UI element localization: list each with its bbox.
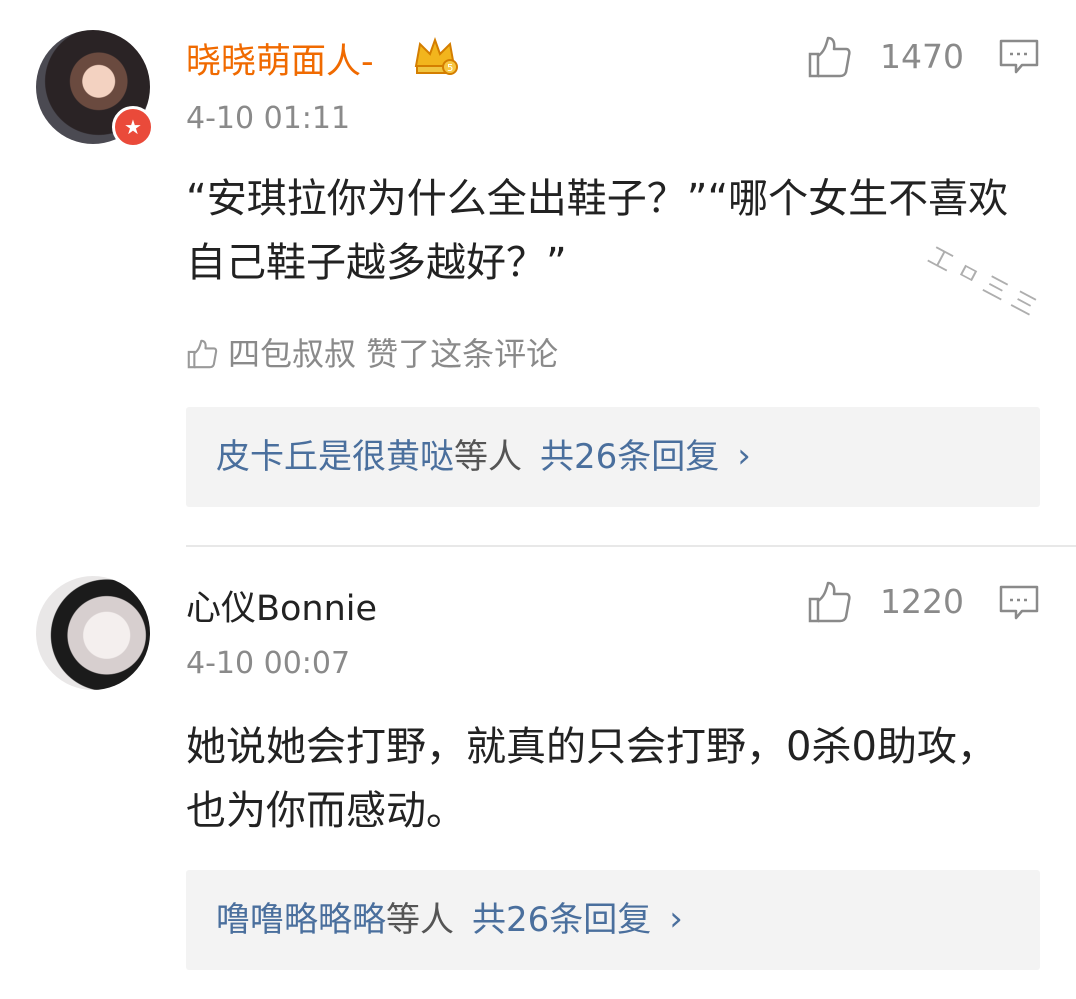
reply-total[interactable]: 共26条回复: [540, 437, 719, 477]
avatar-user-2[interactable]: [36, 576, 150, 690]
username-1[interactable]: 晓晓萌面人-: [186, 41, 374, 83]
reply-summary-1[interactable]: 皮卡丘是很黄哒等人 共26条回复 ›: [216, 435, 751, 479]
crown-badge-icon: 5: [414, 37, 458, 75]
comment-icon[interactable]: [998, 584, 1040, 622]
reply-thread-2[interactable]: 噜噜略略略等人 共26条回复 ›: [186, 870, 1040, 970]
comment-text-1: “安琪拉你为什么全出鞋子？”“哪个女生不喜欢自己鞋子越多越好？”: [186, 176, 1009, 286]
reply-etc: 等人: [386, 900, 454, 940]
reply-summary-2[interactable]: 噜噜略略略等人 共26条回复 ›: [216, 898, 683, 942]
verified-star-icon: ★: [112, 106, 154, 148]
comment-icon[interactable]: [998, 38, 1040, 76]
timestamp-1: 4-10 01:11: [186, 101, 351, 136]
reply-names[interactable]: 皮卡丘是很黄哒: [216, 437, 454, 477]
thumbs-up-icon[interactable]: [806, 34, 852, 80]
thumbs-up-icon[interactable]: [806, 579, 852, 625]
like-count-2: 1220: [880, 582, 964, 621]
chevron-right-icon: ›: [669, 899, 683, 939]
username-2[interactable]: 心仪Bonnie: [186, 588, 377, 630]
svg-text:5: 5: [447, 63, 453, 74]
like-count-1: 1470: [880, 37, 964, 76]
comment-text-2: 她说她会打野，就真的只会打野，0杀0助攻，也为你而感动。: [186, 724, 997, 834]
reply-names[interactable]: 噜噜略略略: [216, 900, 386, 940]
timestamp-2: 4-10 00:07: [186, 646, 351, 681]
reply-thread-1[interactable]: 皮卡丘是很黄哒等人 共26条回复 ›: [186, 407, 1040, 507]
liked-by-text: 四包叔叔 赞了这条评论: [228, 335, 559, 373]
liked-by: 四包叔叔 赞了这条评论: [186, 334, 558, 374]
chevron-right-icon: ›: [737, 436, 751, 476]
reply-etc: 等人: [454, 437, 522, 477]
comment-divider: [186, 545, 1076, 547]
thumbs-up-icon: [187, 339, 218, 369]
reply-total[interactable]: 共26条回复: [472, 900, 651, 940]
